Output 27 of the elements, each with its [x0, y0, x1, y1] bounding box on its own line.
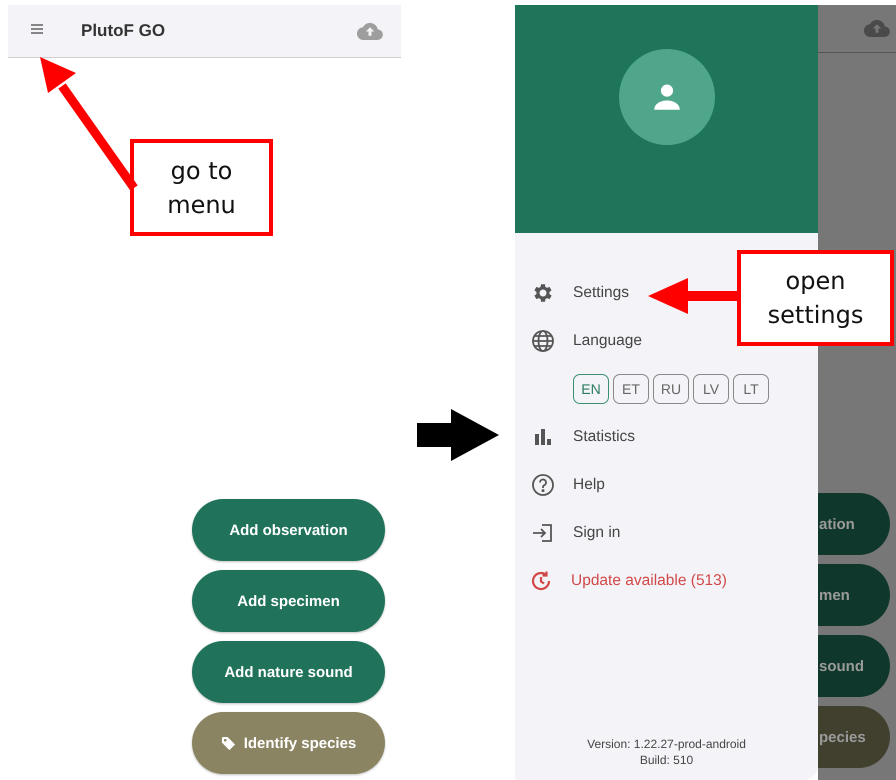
- menu-item[interactable]: Help: [531, 461, 611, 509]
- menu-item[interactable]: Update available (513): [529, 557, 733, 605]
- menu-item[interactable]: Settings: [531, 269, 636, 317]
- version-text: Version: 1.22.27-prod-android: [587, 736, 746, 752]
- tag-icon: [220, 736, 236, 750]
- callout-text: go to menu: [130, 139, 273, 236]
- help-icon: [531, 473, 555, 497]
- language-chip[interactable]: LT: [733, 374, 769, 404]
- language-chip[interactable]: EN: [573, 374, 609, 404]
- arrow-icon: [417, 409, 499, 461]
- menu-item[interactable]: Statistics: [531, 413, 642, 461]
- callout-text: open settings: [737, 250, 894, 346]
- build-text: Build: 510: [640, 752, 694, 768]
- language-chip[interactable]: RU: [653, 374, 689, 404]
- language-chip[interactable]: LV: [693, 374, 729, 404]
- menu-item[interactable]: Sign in: [531, 509, 626, 557]
- menu-item[interactable]: Language: [531, 317, 648, 365]
- app-title: PlutoF GO: [81, 21, 166, 41]
- sign-in-icon: [531, 521, 555, 545]
- action-button[interactable]: Add observation: [192, 499, 385, 561]
- action-button[interactable]: Add nature sound: [192, 641, 385, 703]
- action-button[interactable]: Identify species: [192, 712, 385, 774]
- language-chip[interactable]: ET: [613, 374, 649, 404]
- clock-refresh-icon: [529, 569, 553, 593]
- action-button[interactable]: Add specimen: [192, 570, 385, 632]
- cloud-upload-icon: [864, 19, 890, 38]
- globe-icon: [531, 329, 555, 353]
